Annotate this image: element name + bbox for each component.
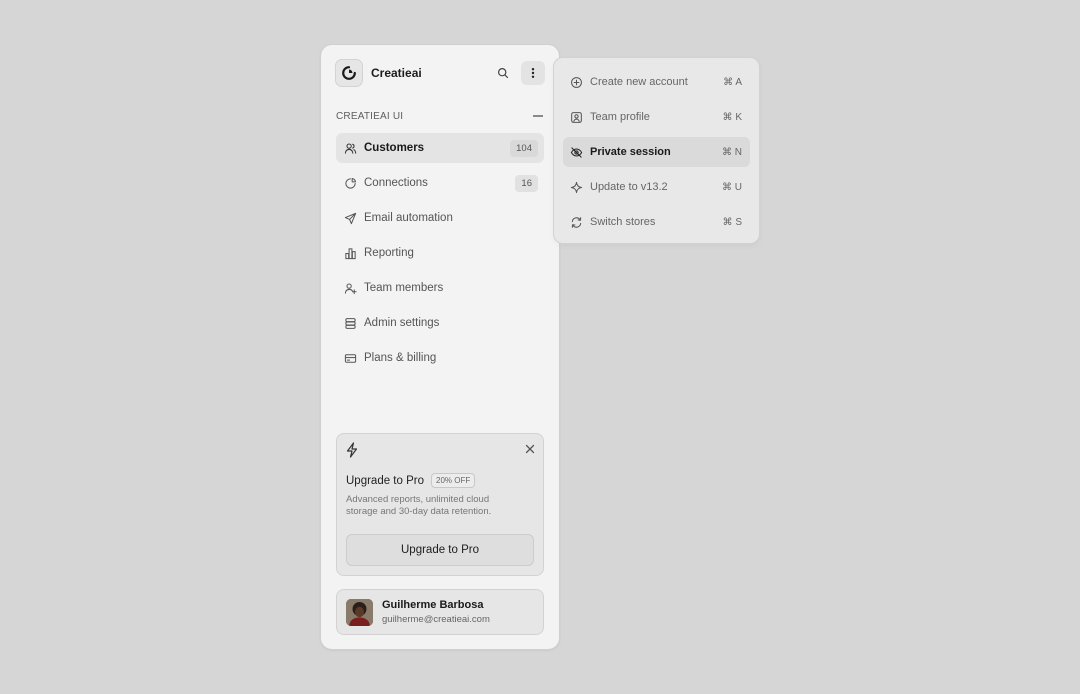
user-info: Guilherme Barbosa guilherme@creatieai.co…: [382, 599, 490, 625]
sidebar: Creatieai CREATIEAI UI Customers 104 Con…: [320, 44, 560, 650]
sidebar-item-label: Plans & billing: [364, 352, 437, 364]
sidebar-item-label: Email automation: [364, 212, 453, 224]
menu-item-create-account[interactable]: Create new account ⌘ A: [563, 67, 750, 97]
user-plus-icon: [343, 281, 357, 295]
keyboard-shortcut: ⌘ A: [723, 76, 742, 88]
menu-item-label: Private session: [590, 146, 671, 158]
sidebar-item-label: Admin settings: [364, 317, 440, 329]
sidebar-nav: Customers 104 Connections 16 Email autom…: [336, 133, 544, 378]
section-title: CREATIEAI UI: [336, 110, 404, 122]
sidebar-item-connections[interactable]: Connections 16: [336, 168, 544, 198]
menu-item-label: Create new account: [590, 76, 688, 88]
search-button[interactable]: [491, 61, 515, 85]
options-dropdown-menu: Create new account ⌘ A Team profile ⌘ K …: [553, 57, 760, 244]
count-badge: 104: [510, 139, 538, 157]
close-icon[interactable]: [525, 444, 535, 454]
promo-description: Advanced reports, unlimited cloud storag…: [346, 494, 492, 517]
sidebar-item-customers[interactable]: Customers 104: [336, 133, 544, 163]
user-email: guilherme@creatieai.com: [382, 614, 490, 625]
search-icon: [497, 67, 509, 79]
app-name: Creatieai: [371, 66, 422, 80]
keyboard-shortcut: ⌘ N: [722, 146, 742, 158]
app-logo[interactable]: [335, 59, 363, 87]
users-icon: [343, 141, 357, 155]
pie-chart-icon: [343, 176, 357, 190]
sidebar-header: Creatieai: [335, 59, 545, 87]
database-icon: [343, 316, 357, 330]
avatar: [346, 598, 373, 626]
promo-title: Upgrade to Pro: [346, 474, 424, 487]
section-header: CREATIEAI UI: [336, 109, 545, 123]
logo-icon: [342, 66, 356, 80]
menu-item-label: Update to v13.2: [590, 181, 668, 193]
keyboard-shortcut: ⌘ S: [722, 216, 742, 228]
menu-item-team-profile[interactable]: Team profile ⌘ K: [563, 102, 750, 132]
upgrade-promo-card: Upgrade to Pro 20% OFF Advanced reports,…: [336, 433, 544, 576]
menu-item-update[interactable]: Update to v13.2 ⌘ U: [563, 172, 750, 202]
keyboard-shortcut: ⌘ K: [722, 111, 742, 123]
sidebar-item-team-members[interactable]: Team members: [336, 273, 544, 303]
more-options-button[interactable]: [521, 61, 545, 85]
menu-item-label: Team profile: [590, 111, 650, 123]
sidebar-item-label: Team members: [364, 282, 444, 294]
promo-title-row: Upgrade to Pro 20% OFF: [346, 473, 476, 488]
credit-card-icon: [343, 351, 357, 365]
count-badge: 16: [515, 174, 538, 192]
bar-chart-icon: [343, 246, 357, 260]
sidebar-item-label: Connections: [364, 177, 428, 189]
refresh-icon: [569, 215, 583, 229]
more-vertical-icon: [531, 68, 535, 78]
plus-circle-icon: [569, 75, 583, 89]
send-icon: [343, 211, 357, 225]
sidebar-item-label: Reporting: [364, 247, 414, 259]
sidebar-item-reporting[interactable]: Reporting: [336, 238, 544, 268]
menu-item-switch-stores[interactable]: Switch stores ⌘ S: [563, 207, 750, 237]
eye-off-icon: [569, 145, 583, 159]
user-profile-card[interactable]: Guilherme Barbosa guilherme@creatieai.co…: [336, 589, 544, 635]
lightning-icon: [345, 442, 359, 458]
keyboard-shortcut: ⌘ U: [722, 181, 742, 193]
menu-item-label: Switch stores: [590, 216, 656, 228]
user-name: Guilherme Barbosa: [382, 599, 484, 611]
user-square-icon: [569, 110, 583, 124]
discount-badge: 20% OFF: [431, 473, 476, 488]
sidebar-item-email-automation[interactable]: Email automation: [336, 203, 544, 233]
sparkle-icon: [569, 180, 583, 194]
menu-item-private-session[interactable]: Private session ⌘ N: [563, 137, 750, 167]
collapse-icon[interactable]: [533, 115, 543, 117]
sidebar-item-plans-billing[interactable]: Plans & billing: [336, 343, 544, 373]
upgrade-button[interactable]: Upgrade to Pro: [346, 534, 534, 566]
sidebar-item-admin-settings[interactable]: Admin settings: [336, 308, 544, 338]
sidebar-item-label: Customers: [364, 142, 425, 154]
